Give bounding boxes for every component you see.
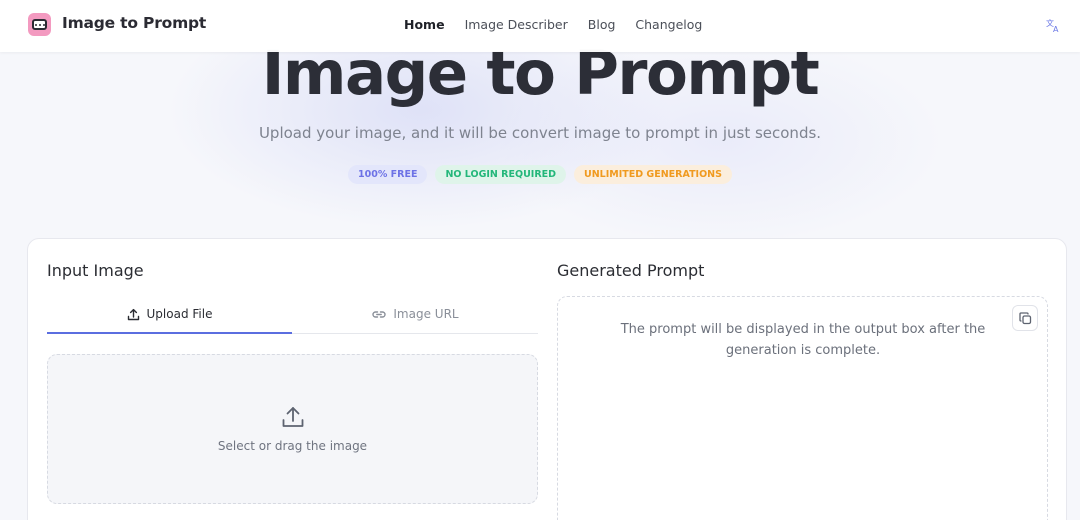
upload-icon (127, 308, 139, 321)
copy-icon (1018, 311, 1031, 324)
nav-changelog[interactable]: Changelog (635, 17, 702, 32)
translate-icon[interactable]: 文 A (1045, 17, 1061, 33)
output-placeholder: The prompt will be displayed in the outp… (620, 322, 986, 358)
tab-image-url[interactable]: Image URL (293, 307, 538, 334)
upload-icon (282, 407, 304, 427)
tab-upload-file[interactable]: Upload File (47, 307, 292, 334)
nav-blog[interactable]: Blog (588, 17, 616, 32)
image-dropzone[interactable]: Select or drag the image (47, 354, 538, 504)
badge-unlimited: UNLIMITED GENERATIONS (574, 165, 732, 184)
link-icon (372, 311, 387, 318)
badge-free: 100% FREE (348, 165, 428, 184)
dropzone-text: Select or drag the image (217, 439, 368, 453)
top-header: Image to Prompt Home Image Describer Blo… (0, 0, 1080, 52)
tool-card: Input Image Upload File Image URL Select… (27, 238, 1067, 520)
svg-text:A: A (1053, 25, 1059, 33)
tab-image-url-label: Image URL (393, 307, 459, 321)
feature-badges: 100% FREE NO LOGIN REQUIRED UNLIMITED GE… (0, 165, 1080, 184)
badge-no-login: NO LOGIN REQUIRED (435, 165, 567, 184)
logo-icon[interactable] (28, 13, 51, 36)
nav-home[interactable]: Home (404, 17, 445, 32)
copy-button[interactable] (1012, 305, 1038, 331)
prompt-output-box[interactable]: The prompt will be displayed in the outp… (557, 296, 1048, 520)
input-image-title: Input Image (47, 261, 144, 280)
main-nav: Home Image Describer Blog Changelog (404, 17, 702, 32)
page-subtitle: Upload your image, and it will be conver… (258, 124, 822, 142)
brand-name[interactable]: Image to Prompt (62, 14, 206, 32)
nav-image-describer[interactable]: Image Describer (465, 17, 568, 32)
tab-upload-file-label: Upload File (146, 307, 213, 321)
generated-prompt-title: Generated Prompt (557, 261, 705, 280)
input-tabs: Upload File Image URL (47, 307, 538, 334)
